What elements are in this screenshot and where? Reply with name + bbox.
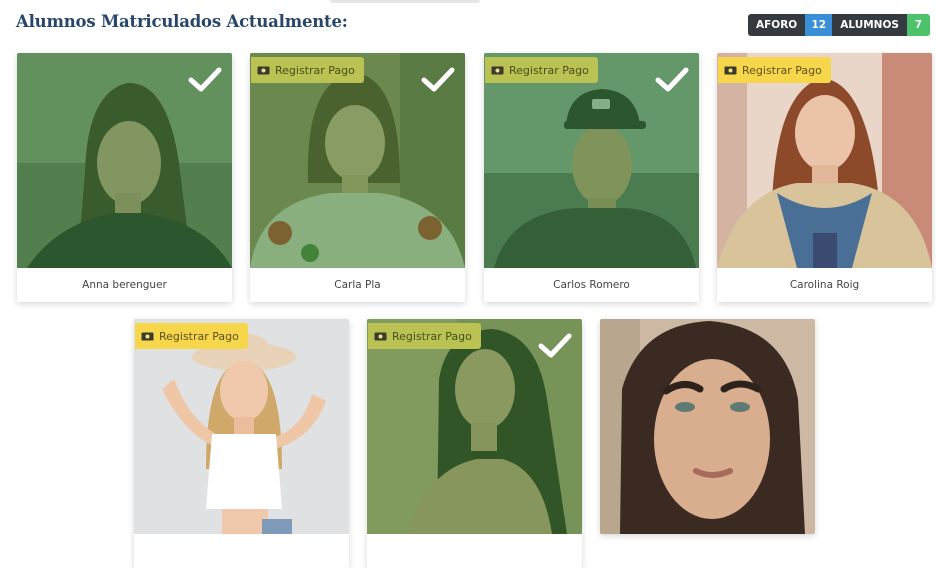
top-tab-edge [330, 0, 480, 3]
enrollment-stats: AFORO 12 ALUMNOS 7 [748, 14, 930, 36]
student-name: Carla Pla [334, 279, 381, 291]
cash-icon [491, 66, 504, 74]
student-photo: Registrar Pago [717, 53, 932, 268]
enrolled-value: 7 [906, 14, 930, 36]
cash-icon [141, 332, 154, 340]
register-payment-label: Registrar Pago [509, 63, 589, 77]
student-card[interactable]: Registrar Pago [367, 319, 582, 568]
student-card[interactable] [600, 319, 815, 534]
enrolled-label: ALUMNOS [832, 14, 907, 36]
register-payment-label: Registrar Pago [275, 63, 355, 77]
student-photo: Registrar Pago [484, 53, 699, 268]
student-card[interactable]: Registrar Pago [134, 319, 349, 568]
student-photo [600, 319, 815, 534]
student-photo: Registrar Pago [134, 319, 349, 534]
student-name: Anna berenguer [82, 279, 167, 291]
student-name [367, 534, 582, 568]
student-name: Carolina Roig [789, 279, 860, 291]
check-icon [655, 67, 689, 92]
cash-icon [724, 66, 737, 74]
student-card[interactable]: Registrar Pago Carolina Roig [717, 53, 932, 302]
register-payment-button[interactable]: Registrar Pago [135, 323, 248, 349]
student-photo: Registrar Pago [367, 319, 582, 534]
register-payment-label: Registrar Pago [392, 329, 472, 343]
register-payment-button[interactable]: Registrar Pago [718, 57, 831, 83]
capacity-label: AFORO [748, 14, 806, 36]
register-payment-label: Registrar Pago [742, 63, 822, 77]
student-name: Carlos Romero [553, 279, 630, 291]
check-icon [188, 67, 222, 92]
register-payment-button[interactable]: Registrar Pago [251, 57, 364, 83]
register-payment-label: Registrar Pago [159, 329, 239, 343]
student-photo [17, 53, 232, 268]
student-card[interactable]: Registrar Pago Carlos Romero [484, 53, 699, 302]
check-icon [538, 333, 572, 358]
student-card[interactable]: Registrar Pago Carla Pla [250, 53, 465, 302]
register-payment-button[interactable]: Registrar Pago [485, 57, 598, 83]
cash-icon [374, 332, 387, 340]
capacity-value: 12 [805, 14, 833, 36]
register-payment-button[interactable]: Registrar Pago [368, 323, 481, 349]
cash-icon [257, 66, 270, 74]
student-card[interactable]: Anna berenguer [17, 53, 232, 302]
page-title: Alumnos Matriculados Actualmente: [16, 12, 348, 31]
check-icon [421, 67, 455, 92]
student-photo: Registrar Pago [250, 53, 465, 268]
student-name [134, 534, 349, 568]
